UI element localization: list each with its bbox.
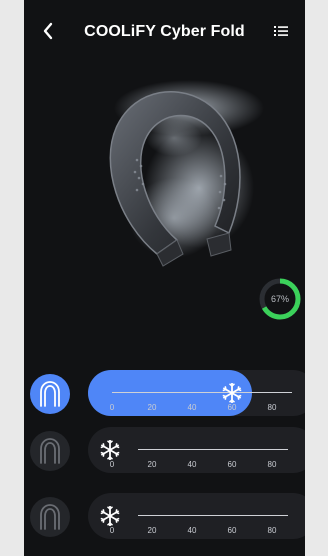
scale-tick-label: 20 bbox=[147, 460, 157, 469]
scale-tick-label: 0 bbox=[109, 526, 115, 535]
slider-scale: 020406080100 bbox=[109, 460, 305, 472]
slider-thumb[interactable] bbox=[98, 438, 122, 462]
slider-thumb[interactable] bbox=[220, 381, 244, 405]
scale-tick-label: 60 bbox=[227, 526, 237, 535]
app-screen: COOLiFY Cyber Fold 67% 0 20 40 60 80 0 2… bbox=[24, 0, 305, 556]
fan-speed-slider[interactable]: 020406080100 bbox=[88, 370, 305, 416]
scale-tick-label: 0 bbox=[109, 460, 115, 469]
snowflake-icon bbox=[222, 383, 242, 403]
scale-tick-label: 0 bbox=[109, 403, 115, 412]
top-bar: COOLiFY Cyber Fold bbox=[24, 0, 305, 66]
mode-toggle-button[interactable] bbox=[30, 431, 70, 471]
menu-button[interactable] bbox=[272, 22, 290, 40]
list-icon bbox=[274, 26, 288, 36]
neckband-icon bbox=[40, 504, 60, 530]
scale-tick-label: 40 bbox=[187, 526, 197, 535]
slider-line bbox=[138, 449, 288, 450]
cooling-control-row: 020406080100 bbox=[24, 490, 305, 542]
scale-tick-label: 60 bbox=[227, 460, 237, 469]
neck-fan-illustration bbox=[109, 80, 264, 267]
page-title: COOLiFY Cyber Fold bbox=[84, 23, 245, 40]
scale-tick-label: 20 bbox=[147, 526, 157, 535]
scale-tick-label: 60 bbox=[227, 403, 237, 412]
scale-tick-label: 40 bbox=[187, 403, 197, 412]
slider-line bbox=[112, 392, 292, 393]
cooling-control-row: 020406080100 bbox=[24, 367, 305, 419]
neckband-icon bbox=[40, 381, 60, 407]
neckband-icon bbox=[40, 438, 60, 464]
mode-toggle-button[interactable] bbox=[30, 497, 70, 537]
slider-line bbox=[138, 515, 288, 516]
cooling-control-row: 020406080100 bbox=[24, 424, 305, 476]
slider-scale: 020406080100 bbox=[109, 526, 305, 538]
scale-tick-label: 80 bbox=[267, 526, 277, 535]
fan-speed-slider[interactable]: 020406080100 bbox=[88, 427, 305, 473]
mode-toggle-button[interactable] bbox=[30, 374, 70, 414]
scale-tick-label: 80 bbox=[267, 403, 277, 412]
snowflake-icon bbox=[100, 440, 120, 460]
slider-scale: 020406080100 bbox=[109, 403, 305, 415]
scale-tick-label: 40 bbox=[187, 460, 197, 469]
fan-speed-slider[interactable]: 020406080100 bbox=[88, 493, 305, 539]
scale-tick-label: 80 bbox=[267, 460, 277, 469]
snowflake-icon bbox=[100, 506, 120, 526]
battery-gauge: 67% bbox=[257, 276, 303, 322]
slider-thumb[interactable] bbox=[98, 504, 122, 528]
scale-tick-label: 20 bbox=[147, 403, 157, 412]
battery-percent: 67% bbox=[270, 294, 289, 304]
